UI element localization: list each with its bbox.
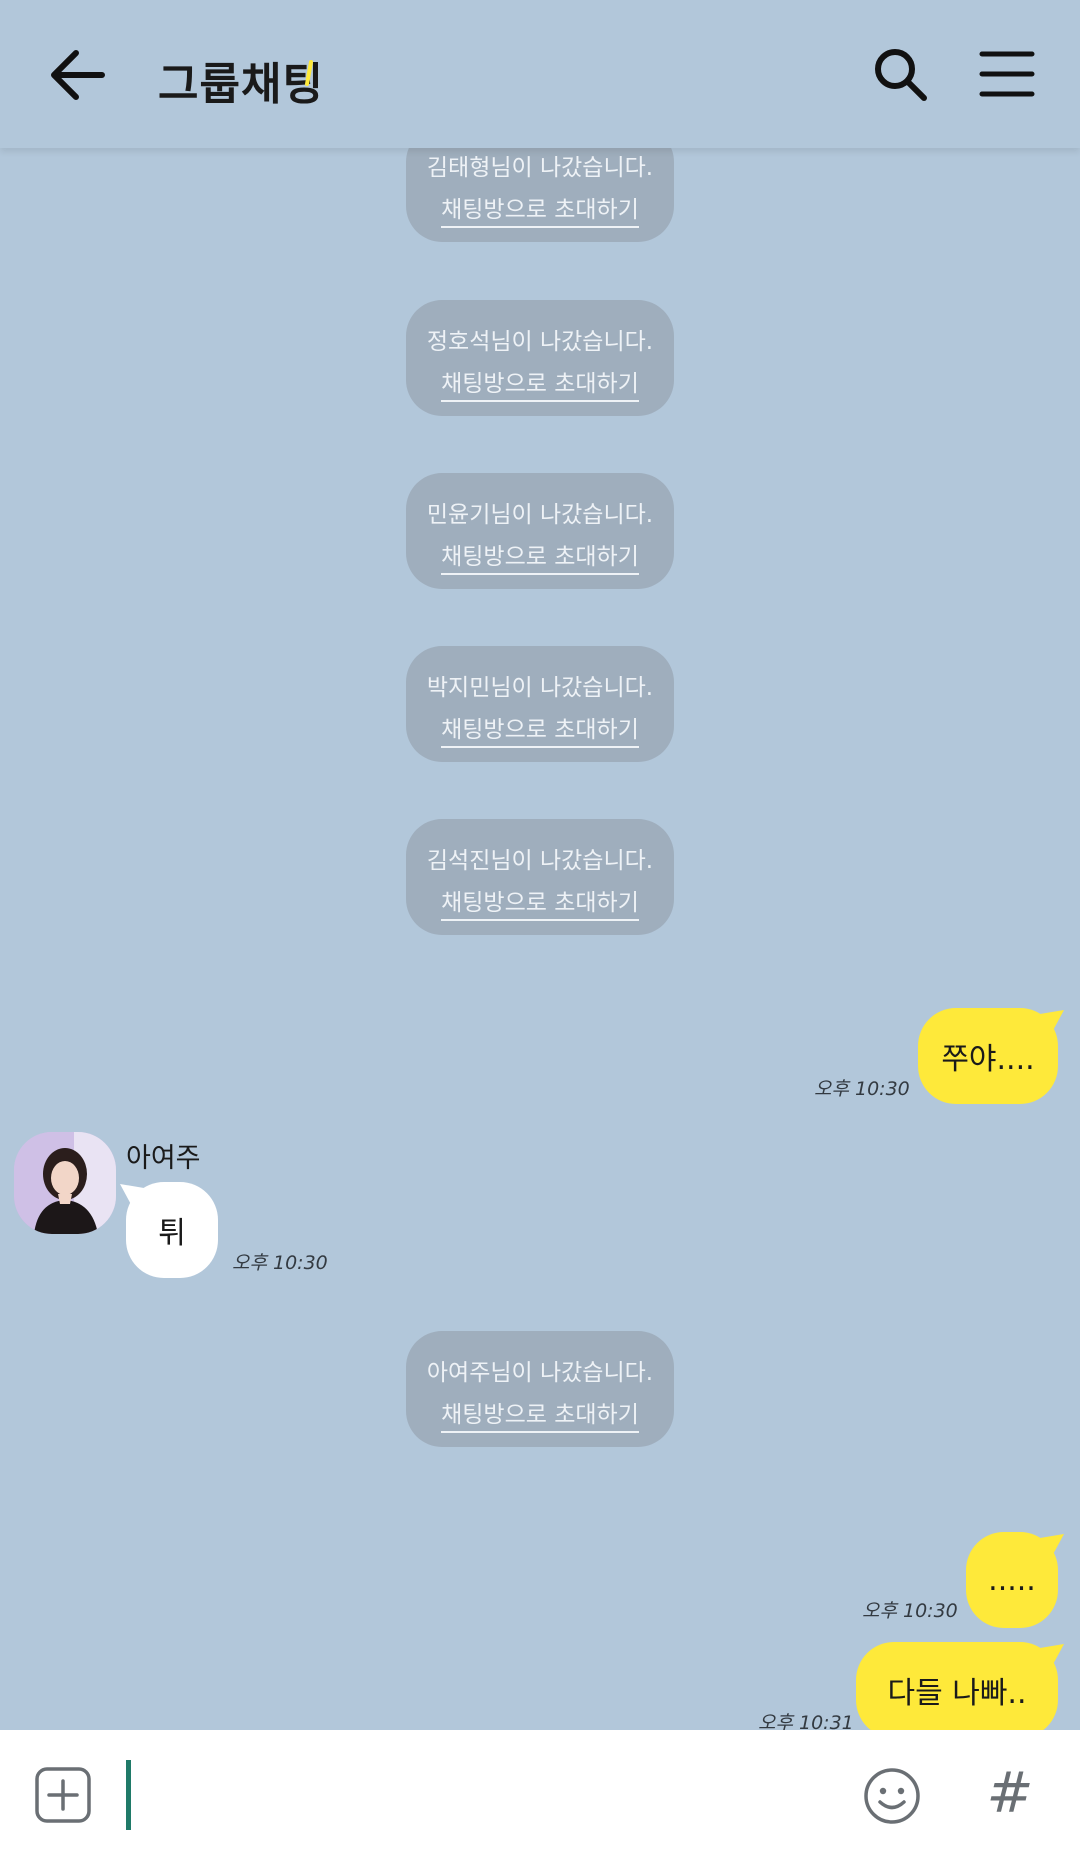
add-attachment-icon[interactable] [34,1766,92,1824]
invite-link[interactable]: 채팅방으로 초대하기 [441,197,639,228]
system-message: 김석진님이 나갔습니다. 채팅방으로 초대하기 [406,819,674,935]
bubble-tail-icon [1040,1644,1064,1670]
system-message: 김태형님이 나갔습니다. 채팅방으로 초대하기 [406,148,674,242]
back-arrow-icon[interactable] [40,42,112,108]
message-time: 오후 10:30 [814,1078,910,1100]
hashtag-icon[interactable]: # [985,1756,1035,1832]
invite-link[interactable]: 채팅방으로 초대하기 [441,371,639,402]
avatar[interactable] [14,1132,116,1234]
message-text: 다들 나빠.. [887,1676,1027,1711]
my-message-bubble[interactable]: 쭈야.... [918,1008,1058,1104]
system-message-text: 정호석님이 나갔습니다. [426,329,654,355]
invite-link[interactable]: 채팅방으로 초대하기 [441,544,639,575]
system-message-text: 김석진님이 나갔습니다. [426,848,654,874]
my-message-bubble[interactable]: 다들 나빠.. [856,1642,1058,1730]
invite-link[interactable]: 채팅방으로 초대하기 [441,1402,639,1433]
system-message-text: 김태형님이 나갔습니다. [426,155,654,181]
message-time: 오후 10:31 [758,1712,854,1730]
system-message: 민윤기님이 나갔습니다. 채팅방으로 초대하기 [406,473,674,589]
menu-icon[interactable] [978,48,1036,100]
system-message-text: 아여주님이 나갔습니다. [426,1360,654,1386]
message-text: 쭈야.... [941,1042,1035,1077]
bubble-tail-icon [1040,1010,1064,1036]
search-icon[interactable] [870,44,930,104]
text-cursor [126,1760,131,1830]
chat-header: 그룹채팅 [0,0,1080,148]
chat-title: 그룹채팅 [158,59,324,110]
invite-link[interactable]: 채팅방으로 초대하기 [441,890,639,921]
bubble-tail-icon [1040,1534,1064,1560]
emoji-icon[interactable] [862,1766,922,1826]
message-text: 튀 [158,1216,186,1251]
message-input[interactable] [136,1760,836,1830]
system-message: 아여주님이 나갔습니다. 채팅방으로 초대하기 [406,1331,674,1447]
message-input-bar: # [0,1730,1080,1857]
bubble-tail-icon [120,1184,144,1210]
chat-area[interactable]: 김태형님이 나갔습니다. 채팅방으로 초대하기 정호석님이 나갔습니다. 채팅방… [0,148,1080,1730]
profile-photo-icon [14,1132,116,1234]
message-time: 오후 10:30 [862,1600,958,1622]
accent-mark-icon [305,60,313,86]
system-message: 정호석님이 나갔습니다. 채팅방으로 초대하기 [406,300,674,416]
message-text: ..... [988,1562,1036,1598]
invite-link[interactable]: 채팅방으로 초대하기 [441,717,639,748]
system-message: 박지민님이 나갔습니다. 채팅방으로 초대하기 [406,646,674,762]
sender-name: 아여주 [126,1143,201,1174]
system-message-text: 민윤기님이 나갔습니다. [426,502,654,528]
message-time: 오후 10:30 [232,1252,328,1274]
system-message-text: 박지민님이 나갔습니다. [426,675,654,701]
